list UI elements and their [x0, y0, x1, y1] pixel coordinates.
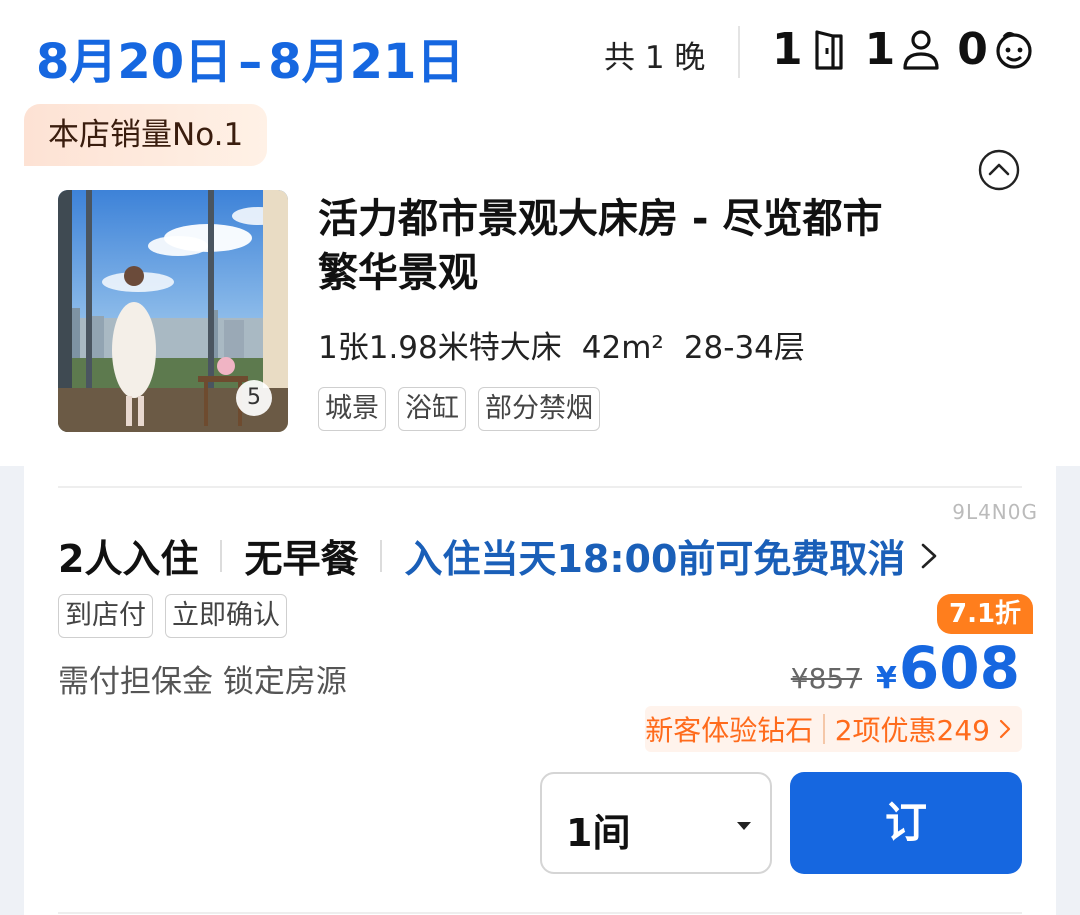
deposit-note: 需付担保金 锁定房源	[58, 664, 347, 700]
payment-tags: 到店付 立即确认	[58, 594, 287, 638]
date-range[interactable]: 8月20日 –8月21日	[36, 22, 464, 92]
promo-label: 新客体验钻石	[645, 714, 814, 747]
caret-down-icon	[737, 822, 751, 830]
book-button[interactable]: 订	[790, 772, 1022, 874]
rate-code: 9L4N0G	[952, 500, 1038, 524]
bed-info: 1张1.98米特大床	[318, 330, 562, 366]
pay-at-hotel-tag: 到店付	[58, 594, 153, 638]
room-card[interactable]: 本店销量No.1 5 活力都市景观大床房 - 尽览都市繁华景观 1张1.98米特…	[0, 104, 1080, 466]
room-tags: 城景 浴缸 部分禁烟	[318, 387, 600, 431]
room-tag: 浴缸	[398, 387, 466, 431]
current-price: 608	[898, 634, 1020, 702]
currency-symbol: ¥	[876, 661, 897, 696]
check-in-date[interactable]: 8月20日	[36, 34, 232, 90]
divider	[380, 539, 383, 572]
occupancy: 2人入住	[58, 537, 199, 581]
instant-confirm-tag: 立即确认	[165, 594, 287, 638]
cancellation-policy-link[interactable]: 入住当天18:00前可免费取消	[404, 528, 905, 583]
collapse-chevron-icon[interactable]	[978, 149, 1020, 191]
chevron-right-icon[interactable]	[919, 541, 939, 571]
room-specs: 1张1.98米特大床 42m² 28-34层	[318, 322, 825, 367]
divider	[220, 539, 223, 572]
child-icon	[996, 31, 1032, 69]
bestseller-badge: 本店销量No.1	[24, 104, 268, 166]
room-floors: 28-34层	[683, 330, 805, 366]
header-divider	[738, 26, 740, 78]
nights-count: 共 1 晚	[604, 40, 706, 76]
photo-count-badge: 5	[236, 380, 272, 416]
room-tag: 部分禁烟	[478, 387, 600, 431]
guest-selector[interactable]: 1 1 0	[772, 24, 1034, 75]
children-count: 0	[957, 24, 988, 75]
adults-count: 1	[864, 24, 896, 75]
discount-badge: 7.1折	[937, 594, 1034, 634]
room-quantity-select[interactable]: 1间	[540, 772, 772, 874]
room-area: 42m²	[581, 330, 664, 366]
breakfast: 无早餐	[244, 537, 359, 581]
rate-summary[interactable]: 2人入住 无早餐 入住当天18:00前可免费取消	[58, 528, 939, 583]
room-quantity-value: 1间	[566, 811, 631, 855]
price-row: ¥857 ¥ 608	[791, 634, 1020, 702]
original-price: ¥857	[790, 662, 863, 695]
rate-plan-card[interactable]: 9L4N0G 2人入住 无早餐 入住当天18:00前可免费取消 到店付 立即确认…	[24, 466, 1056, 915]
door-icon	[815, 29, 843, 70]
divider	[823, 714, 825, 744]
room-tag: 城景	[318, 387, 386, 431]
promo-bar[interactable]: 新客体验钻石 2项优惠249	[645, 706, 1022, 752]
date-header: 8月20日 –8月21日 共 1 晚 1 1 0	[0, 0, 1080, 104]
room-title: 活力都市景观大床房 - 尽览都市繁华景观	[318, 196, 883, 296]
divider	[58, 486, 1022, 488]
promo-detail: 2项优惠249	[834, 714, 990, 747]
chevron-right-icon	[999, 719, 1011, 739]
person-icon	[903, 29, 939, 70]
rooms-count: 1	[772, 24, 803, 75]
divider	[58, 912, 1022, 914]
check-out-date[interactable]: 8月21日	[268, 34, 464, 90]
date-separator: –	[238, 34, 263, 90]
